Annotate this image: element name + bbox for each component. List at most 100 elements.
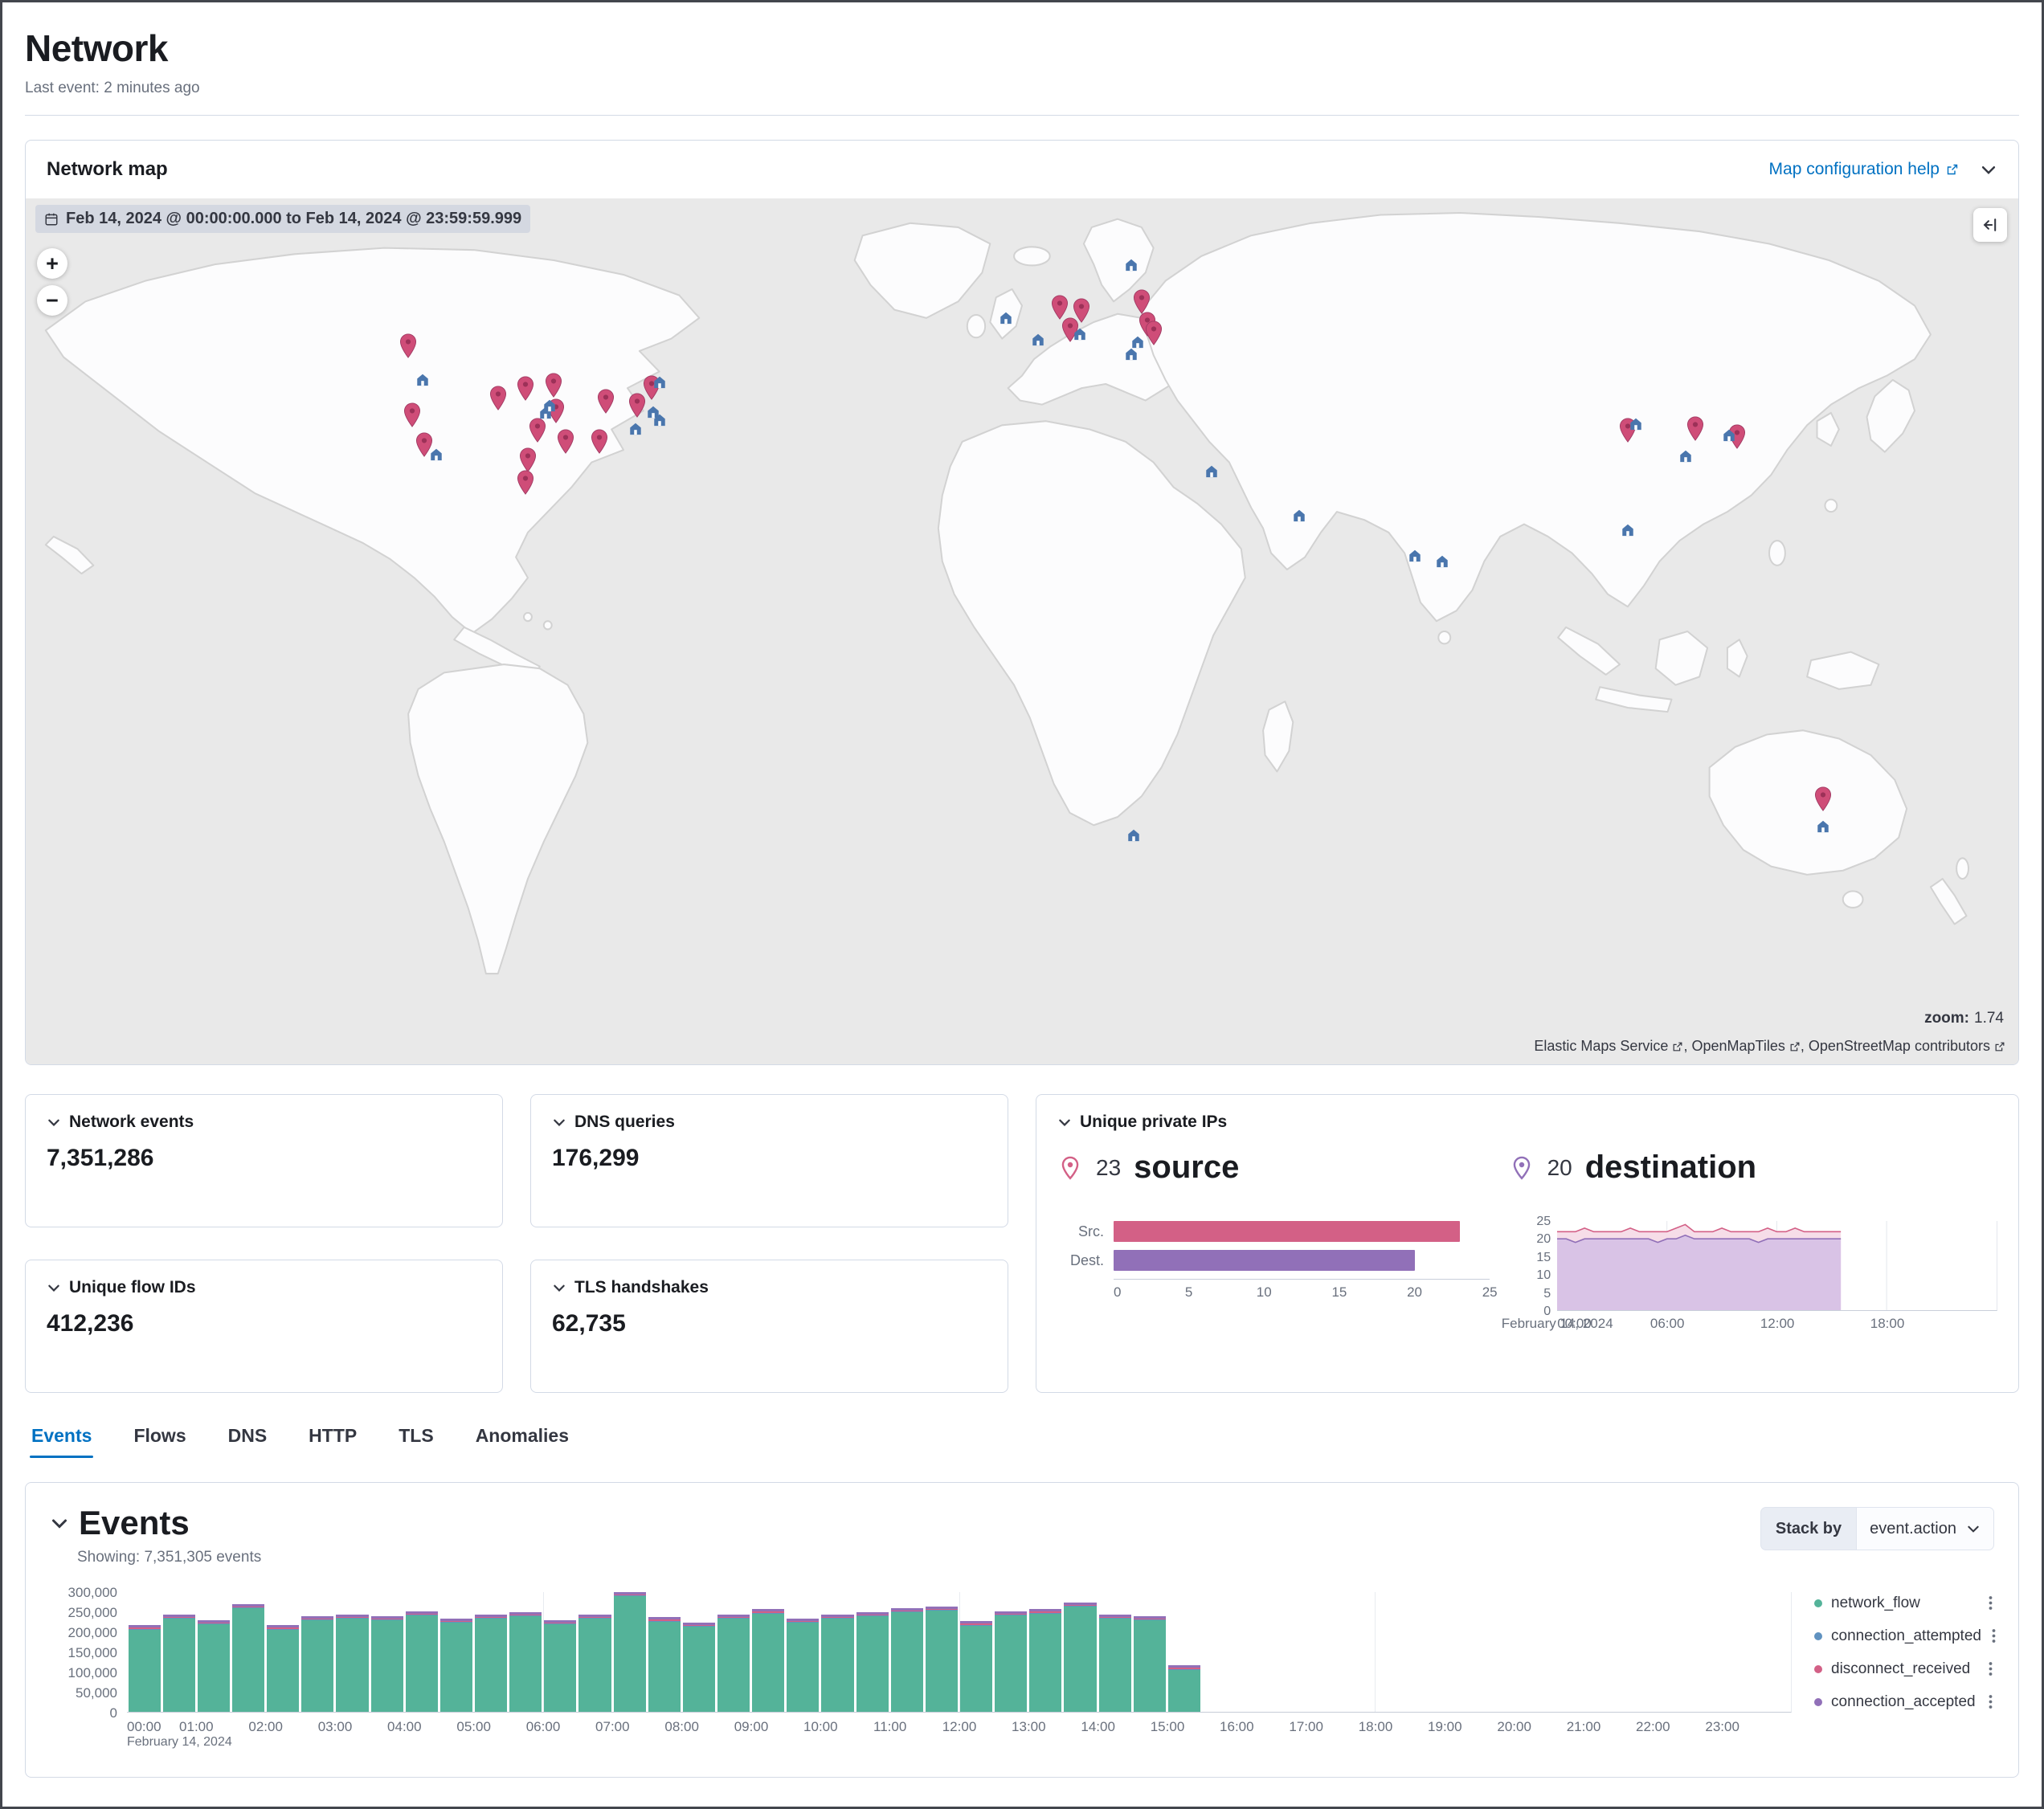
histogram-bar[interactable] [891,1608,923,1713]
map-building-marker[interactable] [1072,327,1087,342]
map-pin-marker[interactable] [519,447,537,472]
legend-item-label[interactable]: connection_attempted [1831,1627,1981,1645]
legend-item-menu-button[interactable] [1987,1660,1994,1678]
legend-item-menu-button[interactable] [1987,1594,1994,1612]
map-building-marker[interactable] [1407,549,1422,564]
histogram-bar[interactable] [198,1620,230,1713]
histogram-bar[interactable] [509,1612,542,1713]
histogram-bar[interactable] [475,1615,507,1713]
map-building-marker[interactable] [1204,463,1219,479]
histogram-bar[interactable] [752,1609,784,1712]
legend-item-menu-button[interactable] [1987,1693,1994,1711]
events-collapse-button[interactable] [50,1513,69,1533]
dns-queries-collapse-button[interactable] [552,1115,566,1129]
unique-ips-collapse-button[interactable] [1057,1115,1072,1129]
histogram-bar[interactable] [163,1615,195,1713]
map-building-marker[interactable] [1722,428,1737,443]
map-pin-marker[interactable] [517,470,534,495]
map-pin-marker[interactable] [1133,289,1151,314]
map-building-marker[interactable] [999,310,1014,325]
unique-flow-ids-collapse-button[interactable] [47,1280,61,1295]
histogram-bar[interactable] [336,1615,368,1713]
events-histogram[interactable] [127,1592,1792,1713]
histogram-bar[interactable] [787,1619,819,1713]
map-pin-marker[interactable] [1814,786,1832,811]
histogram-bar[interactable] [578,1615,611,1713]
destination-count-bar[interactable] [1114,1250,1415,1271]
legend-item-label[interactable]: disconnect_received [1831,1660,1970,1678]
map-pin-marker[interactable] [1145,321,1163,345]
histogram-bar[interactable] [960,1621,992,1712]
map-building-marker[interactable] [1124,347,1139,362]
map-building-marker[interactable] [1815,819,1830,834]
map-pin-marker[interactable] [403,402,421,427]
map-panel-collapse-button[interactable] [1980,161,1997,178]
histogram-bar[interactable] [856,1612,889,1713]
map-pin-marker[interactable] [517,376,534,401]
histogram-bar[interactable] [1168,1665,1200,1712]
map-zoom-in-button[interactable]: + [37,248,67,279]
map-building-marker[interactable] [1124,258,1139,273]
tab-anomalies[interactable]: Anomalies [474,1425,570,1458]
histogram-bar[interactable] [614,1592,646,1713]
tab-tls[interactable]: TLS [397,1425,435,1458]
legend-item-label[interactable]: connection_accepted [1831,1693,1976,1711]
histogram-bar[interactable] [926,1607,958,1713]
histogram-bar[interactable] [406,1611,438,1713]
map-pin-marker[interactable] [1686,416,1704,441]
map-pin-marker[interactable] [399,333,417,358]
map-building-marker[interactable] [1628,417,1643,432]
stack-by-select[interactable]: event.action [1856,1508,1993,1550]
map-pin-marker[interactable] [591,429,608,454]
map-attribution-link[interactable]: OpenMapTiles [1691,1038,1800,1055]
map-configuration-help-link[interactable]: Map configuration help [1769,160,1959,179]
tab-dns[interactable]: DNS [227,1425,269,1458]
map-pin-marker[interactable] [1073,298,1090,323]
unique-ips-area-chart[interactable]: 2520151050 00:0006:0012:0018:00February … [1525,1221,1997,1350]
map-pin-marker[interactable] [597,389,615,414]
map-building-marker[interactable] [652,412,667,427]
map-building-marker[interactable] [1030,332,1045,347]
histogram-bar[interactable] [1029,1609,1061,1712]
map-building-marker[interactable] [1126,828,1141,843]
map-building-marker[interactable] [628,421,643,436]
map-building-marker[interactable] [1435,553,1450,569]
map-pin-marker[interactable] [1051,295,1069,320]
histogram-bar[interactable] [995,1611,1027,1713]
histogram-bar[interactable] [648,1617,681,1712]
map-building-marker[interactable] [1620,522,1635,537]
map-building-marker[interactable] [428,447,444,463]
histogram-bar[interactable] [1064,1603,1096,1713]
map-building-marker[interactable] [542,398,558,413]
map-building-marker[interactable] [415,373,430,388]
source-count-bar[interactable] [1114,1221,1460,1242]
map-pin-marker[interactable] [545,373,562,398]
map-pin-marker[interactable] [529,418,546,443]
histogram-bar[interactable] [129,1625,161,1712]
histogram-bar[interactable] [301,1616,333,1713]
histogram-bar[interactable] [440,1619,472,1713]
legend-item-menu-button[interactable] [1990,1627,1997,1645]
map-attribution-link[interactable]: Elastic Maps Service [1534,1038,1683,1055]
map-legend-toggle-button[interactable] [1973,208,2007,242]
unique-ips-bar-chart[interactable]: Src.Dest. 0510152025 [1057,1221,1490,1300]
tab-events[interactable]: Events [30,1425,93,1458]
histogram-bar[interactable] [232,1604,264,1713]
map-building-marker[interactable] [652,374,667,390]
unique-ips-area-plot[interactable] [1557,1221,1997,1311]
histogram-bar[interactable] [1134,1616,1166,1713]
tab-flows[interactable]: Flows [132,1425,187,1458]
network-events-collapse-button[interactable] [47,1115,61,1129]
tab-http[interactable]: HTTP [307,1425,358,1458]
histogram-bar[interactable] [544,1620,576,1713]
legend-item-label[interactable]: network_flow [1831,1595,1920,1612]
histogram-bar[interactable] [371,1616,403,1713]
histogram-bar[interactable] [683,1623,715,1713]
tls-handshakes-collapse-button[interactable] [552,1280,566,1295]
histogram-bar[interactable] [717,1615,750,1713]
map-zoom-out-button[interactable]: − [37,285,67,316]
map-building-marker[interactable] [1291,508,1306,523]
world-map[interactable]: Feb 14, 2024 @ 00:00:00.000 to Feb 14, 2… [26,198,2018,1064]
histogram-bar[interactable] [821,1615,853,1713]
map-building-marker[interactable] [1678,449,1693,464]
